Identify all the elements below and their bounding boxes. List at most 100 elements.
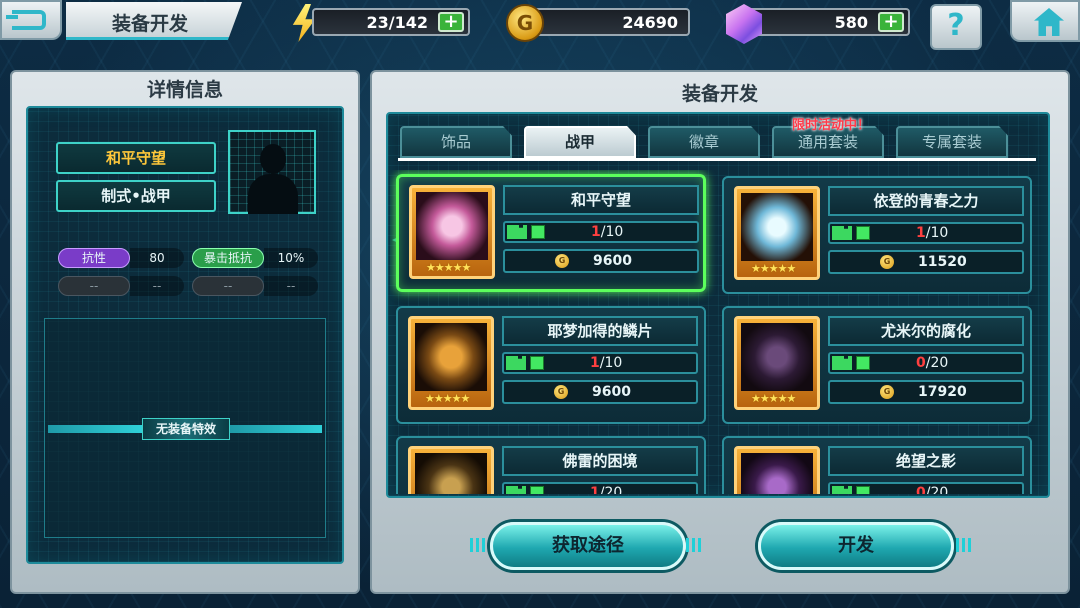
star-rating: ★★★★★ <box>425 392 470 405</box>
fragment-fill <box>530 486 544 494</box>
obtain-route-button[interactable]: 获取途径 <box>490 522 686 570</box>
item-icon-frame: ★★★★★ <box>409 185 495 279</box>
item-name: 依登的青春之力 <box>828 186 1024 216</box>
white-wings-armor-icon <box>741 193 813 261</box>
equipment-card[interactable]: ★★★★★ 尤米尔的腐化 0/20 G 17920 <box>722 306 1032 424</box>
stamina-bar: 23/142 + <box>312 8 470 36</box>
item-icon-frame: ★★★★★ <box>408 316 494 410</box>
tab-accessory[interactable]: 饰品 <box>400 126 512 158</box>
home-icon <box>1034 8 1064 36</box>
fragment-progress: 1/10 <box>503 221 699 243</box>
tab-badge[interactable]: 徽章 <box>648 126 760 158</box>
stat-label-resistance: 抗性 <box>58 248 130 268</box>
cost-value: 9600 <box>592 384 631 400</box>
item-type-box: 制式•战甲 <box>56 180 216 212</box>
puzzle-piece-icon <box>832 486 852 494</box>
fragment-total: /10 <box>925 225 949 241</box>
puzzle-piece-icon <box>832 356 852 370</box>
star-rating: ★★★★★ <box>426 261 471 274</box>
help-button[interactable]: ? <box>930 4 982 50</box>
button-deco-right <box>956 538 974 552</box>
equipment-card[interactable]: ★★★★★ 佛雷的困境 1/20 G <box>396 436 706 494</box>
develop-button[interactable]: 开发 <box>758 522 954 570</box>
fragment-fill <box>856 226 870 240</box>
effect-divider-left <box>48 425 142 433</box>
dilemma-armor-icon <box>415 453 487 494</box>
fragment-progress: 0/20 <box>828 352 1024 374</box>
equipment-list[interactable]: ★★★★★ 和平守望 1/10 G 9600 ★★★★★ 依登的青春之力 1/1… <box>390 170 1046 494</box>
dev-panel-title: 装备开发 <box>681 83 758 105</box>
item-icon-frame: ★★★★★ <box>734 186 820 280</box>
page-title: 装备开发 <box>112 14 189 35</box>
gold-coin-icon: G <box>554 385 568 399</box>
no-effect-label: 无装备特效 <box>142 418 230 440</box>
puzzle-piece-icon <box>506 356 526 370</box>
fragment-fill <box>856 356 870 370</box>
fragment-current: 0 <box>916 355 926 371</box>
tab-underline <box>398 158 1036 161</box>
fragment-progress: 1/10 <box>502 352 698 374</box>
equipment-card[interactable]: ★★★★★ 和平守望 1/10 G 9600 <box>396 174 706 292</box>
back-arrow-icon <box>6 10 46 30</box>
corruption-armor-icon <box>741 323 813 391</box>
fragment-current: 1 <box>590 485 600 494</box>
item-icon-frame: ★★★★★ <box>408 446 494 494</box>
equipment-card[interactable]: ★★★★★ 绝望之影 0/20 G <box>722 436 1032 494</box>
fragment-progress: 0/20 <box>828 482 1024 494</box>
despair-shadow-armor-icon <box>741 453 813 494</box>
cost-value: 11520 <box>918 254 967 270</box>
equipment-card[interactable]: ★★★★★ 依登的青春之力 1/10 G 11520 <box>722 176 1032 294</box>
fragment-current: 1 <box>591 224 601 240</box>
fragment-current: 1 <box>590 355 600 371</box>
stamina-value: 23/142 <box>366 13 428 32</box>
tab-armor[interactable]: 战甲 <box>524 126 636 158</box>
item-name: 耶梦加得的鳞片 <box>502 316 698 346</box>
puzzle-piece-icon <box>506 486 526 494</box>
add-stamina-button[interactable]: + <box>438 12 464 32</box>
star-rating: ★★★★★ <box>751 262 796 275</box>
item-icon-frame: ★★★★★ <box>734 446 820 494</box>
cost-value: 9600 <box>593 253 632 269</box>
item-name-box: 和平守望 <box>56 142 216 174</box>
fragment-total: /20 <box>925 355 949 371</box>
button-deco-mid <box>686 538 704 552</box>
wings-armor-icon <box>416 192 488 260</box>
fragment-total: /10 <box>600 224 624 240</box>
cost-row: G 17920 <box>828 380 1024 404</box>
fragment-current: 1 <box>916 225 926 241</box>
tab-exclusive-set[interactable]: 专属套装 <box>896 126 1008 158</box>
page-title-plate: 装备开发 <box>66 2 242 40</box>
fragment-progress: 1/10 <box>828 222 1024 244</box>
gold-bar: 24690 <box>530 8 690 36</box>
home-button[interactable] <box>1010 0 1080 42</box>
item-name: 尤米尔的腐化 <box>828 316 1024 346</box>
stat-value-crit-resist: 10% <box>264 248 318 268</box>
item-name: 绝望之影 <box>828 446 1024 476</box>
fragment-progress: 1/20 <box>502 482 698 494</box>
fragment-total: /10 <box>599 355 623 371</box>
stat-label-empty-2: -- <box>192 276 264 296</box>
gold-coin-icon: G <box>880 385 894 399</box>
detail-panel-title: 详情信息 <box>146 79 223 101</box>
add-gem-button[interactable]: + <box>878 12 904 32</box>
stat-value-resistance: 80 <box>130 248 184 268</box>
stat-value-empty-1: -- <box>130 276 184 296</box>
cost-value: 17920 <box>918 384 967 400</box>
cost-row: G 11520 <box>828 250 1024 274</box>
fragment-fill <box>856 486 870 494</box>
item-name: 佛雷的困境 <box>502 446 698 476</box>
item-name: 和平守望 <box>503 185 699 215</box>
back-button[interactable] <box>0 0 62 40</box>
top-bar: 装备开发 23/142 + 24690 G 580 + ? <box>0 0 1080 52</box>
cost-row: G 9600 <box>503 249 699 273</box>
stat-value-empty-2: -- <box>264 276 318 296</box>
fragment-fill <box>530 356 544 370</box>
fragment-total: /20 <box>599 485 623 494</box>
gold-value: 24690 <box>622 13 678 32</box>
equipment-card[interactable]: ★★★★★ 耶梦加得的鳞片 1/10 G 9600 <box>396 306 706 424</box>
puzzle-piece-icon <box>507 225 527 239</box>
gold-coin-icon: G <box>880 255 894 269</box>
effect-divider-right <box>230 425 322 433</box>
cost-row: G 9600 <box>502 380 698 404</box>
character-portrait <box>228 130 316 214</box>
